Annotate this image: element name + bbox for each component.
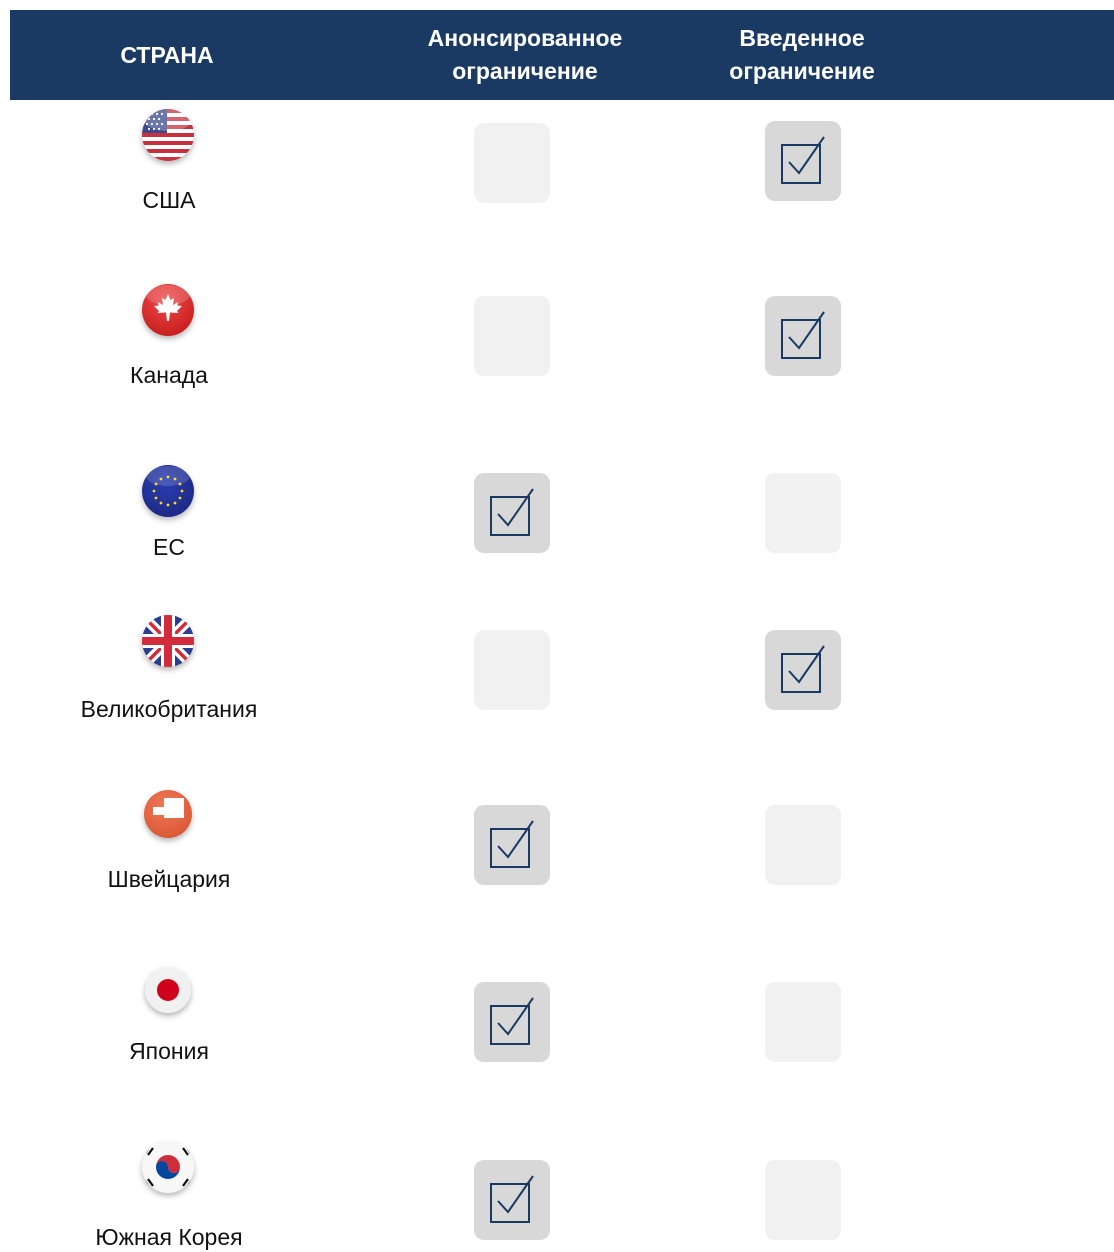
country-name: Великобритания xyxy=(80,696,258,722)
uk-flag-icon xyxy=(139,612,197,670)
country-name: Япония xyxy=(129,1038,209,1064)
announced-checkbox[interactable] xyxy=(474,630,550,710)
announced-checkbox[interactable] xyxy=(474,1160,550,1240)
country-name: Южная Корея xyxy=(95,1224,243,1250)
announced-checkbox[interactable] xyxy=(474,296,550,376)
column-header-country: СТРАНА xyxy=(120,41,214,68)
introduced-checkbox[interactable] xyxy=(765,805,841,885)
country-name: ЕС xyxy=(153,534,185,560)
eu-flag-icon xyxy=(139,462,197,520)
country-name: США xyxy=(142,187,196,213)
introduced-checkbox[interactable] xyxy=(765,121,841,201)
checkmark-icon xyxy=(490,488,534,536)
checkmark-icon xyxy=(781,311,825,359)
checkmark-icon xyxy=(490,1175,534,1223)
switzerland-flag-icon xyxy=(139,785,197,843)
announced-checkbox[interactable] xyxy=(474,805,550,885)
table-header: СТРАНА Анонсированное ограничение Введен… xyxy=(10,10,1114,100)
announced-checkbox[interactable] xyxy=(474,123,550,203)
introduced-checkbox[interactable] xyxy=(765,630,841,710)
us-flag-icon xyxy=(139,106,197,164)
canada-flag-icon xyxy=(139,281,197,339)
announced-checkbox[interactable] xyxy=(474,473,550,553)
introduced-checkbox[interactable] xyxy=(765,473,841,553)
country-name: Канада xyxy=(130,362,208,388)
checkmark-icon xyxy=(781,645,825,693)
announced-checkbox[interactable] xyxy=(474,982,550,1062)
south-korea-flag-icon xyxy=(139,1138,197,1196)
introduced-checkbox[interactable] xyxy=(765,296,841,376)
column-header-introduced: Введенное ограничение xyxy=(729,25,875,84)
checkmark-icon xyxy=(490,820,534,868)
checkmark-icon xyxy=(781,136,825,184)
checkmark-icon xyxy=(490,997,534,1045)
japan-flag-icon xyxy=(139,961,197,1019)
country-name: Швейцария xyxy=(107,866,231,892)
introduced-checkbox[interactable] xyxy=(765,982,841,1062)
introduced-checkbox[interactable] xyxy=(765,1160,841,1240)
